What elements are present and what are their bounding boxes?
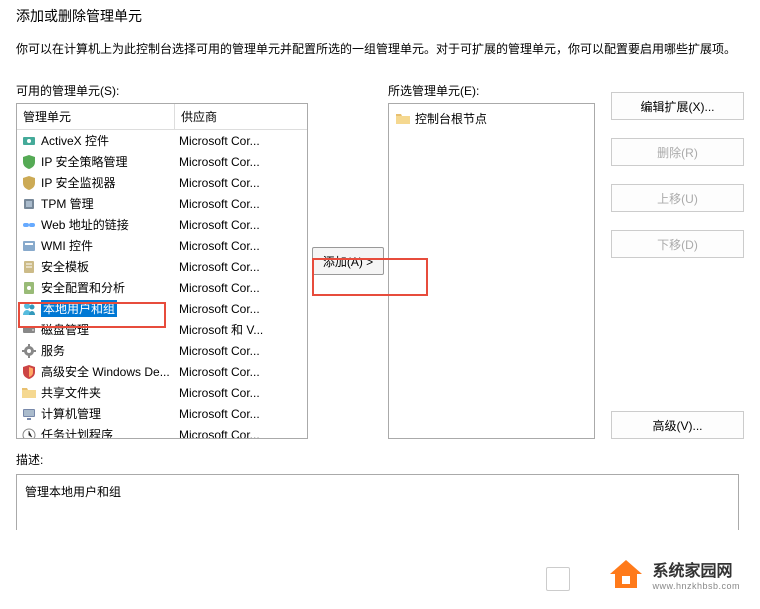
branding-logo: 系统家园网 www.hnzkhbsb.com: [608, 557, 740, 591]
item-name: WMI 控件: [41, 237, 93, 254]
clock-icon: [21, 427, 37, 440]
item-name: TPM 管理: [41, 195, 94, 212]
shield-g-icon: [21, 154, 37, 170]
list-item[interactable]: IP 安全监视器 Microsoft Cor...: [17, 172, 307, 193]
list-item[interactable]: 高级安全 Windows De... Microsoft Cor...: [17, 361, 307, 382]
folder-icon: [21, 385, 37, 401]
item-name: 安全模板: [41, 258, 89, 275]
item-vendor: Microsoft Cor...: [175, 281, 307, 295]
item-name: 本地用户和组: [41, 300, 117, 317]
list-item[interactable]: WMI 控件 Microsoft Cor...: [17, 235, 307, 256]
remove-button: 删除(R): [611, 138, 744, 166]
selected-column: 所选管理单元(E): 控制台根节点: [388, 82, 595, 439]
list-item[interactable]: 任务计划程序 Microsoft Cor...: [17, 424, 307, 439]
item-vendor: Microsoft Cor...: [175, 239, 307, 253]
item-name: IP 安全策略管理: [41, 153, 127, 170]
middle-column: 添加(A) >: [308, 82, 388, 439]
chip-icon: [21, 196, 37, 212]
link-icon: [21, 217, 37, 233]
item-name: IP 安全监视器: [41, 174, 115, 191]
item-vendor: Microsoft Cor...: [175, 197, 307, 211]
item-vendor: Microsoft Cor...: [175, 155, 307, 169]
item-vendor: Microsoft Cor...: [175, 260, 307, 274]
item-name: 高级安全 Windows De...: [41, 363, 170, 380]
item-vendor: Microsoft Cor...: [175, 176, 307, 190]
available-label: 可用的管理单元(S):: [16, 82, 308, 99]
dialog-description: 你可以在计算机上为此控制台选择可用的管理单元并配置所选的一组管理单元。对于可扩展…: [0, 32, 760, 82]
list-item[interactable]: 安全配置和分析 Microsoft Cor...: [17, 277, 307, 298]
item-vendor: Microsoft Cor...: [175, 134, 307, 148]
brand-name: 系统家园网: [652, 557, 740, 581]
users-icon: [21, 301, 37, 317]
list-item[interactable]: 安全模板 Microsoft Cor...: [17, 256, 307, 277]
wmi-icon: [21, 238, 37, 254]
item-vendor: Microsoft Cor...: [175, 407, 307, 421]
description-text: 管理本地用户和组: [25, 485, 121, 499]
item-name: 任务计划程序: [41, 426, 113, 439]
folder-icon: [395, 111, 411, 127]
item-vendor: Microsoft Cor...: [175, 386, 307, 400]
item-name: Web 地址的链接: [41, 216, 129, 233]
main-content: 可用的管理单元(S): 管理单元 供应商 ActiveX 控件 Microsoft…: [0, 82, 760, 439]
item-name: 安全配置和分析: [41, 279, 125, 296]
item-name: 服务: [41, 342, 65, 359]
computer-icon: [21, 406, 37, 422]
item-vendor: Microsoft 和 V...: [175, 321, 307, 338]
list-item[interactable]: Web 地址的链接 Microsoft Cor...: [17, 214, 307, 235]
list-body[interactable]: ActiveX 控件 Microsoft Cor... IP 安全策略管理 Micro…: [17, 130, 307, 439]
checkbox-placeholder: [546, 567, 570, 591]
firewall-icon: [21, 364, 37, 380]
advanced-button[interactable]: 高级(V)...: [611, 411, 744, 439]
item-vendor: Microsoft Cor...: [175, 428, 307, 440]
list-item[interactable]: 服务 Microsoft Cor...: [17, 340, 307, 361]
column-header-name[interactable]: 管理单元: [17, 104, 175, 129]
column-header-vendor[interactable]: 供应商: [175, 104, 307, 129]
dialog-title: 添加或删除管理单元: [0, 0, 760, 32]
disk-icon: [21, 322, 37, 338]
item-name: 共享文件夹: [41, 384, 101, 401]
description-section: 描述: 管理本地用户和组: [0, 439, 760, 530]
config-icon: [21, 280, 37, 296]
move-down-button: 下移(D): [611, 230, 744, 258]
action-buttons-column: 编辑扩展(X)... 删除(R) 上移(U) 下移(D) 高级(V)...: [595, 82, 744, 439]
list-item[interactable]: IP 安全策略管理 Microsoft Cor...: [17, 151, 307, 172]
shield-y-icon: [21, 175, 37, 191]
description-label: 描述:: [16, 451, 744, 468]
list-item[interactable]: 本地用户和组 Microsoft Cor...: [17, 298, 307, 319]
item-vendor: Microsoft Cor...: [175, 302, 307, 316]
item-name: 磁盘管理: [41, 321, 89, 338]
item-vendor: Microsoft Cor...: [175, 218, 307, 232]
available-listbox[interactable]: 管理单元 供应商 ActiveX 控件Microsoft Cor...IP 安全…: [16, 103, 308, 439]
move-up-button: 上移(U): [611, 184, 744, 212]
list-item[interactable]: TPM 管理 Microsoft Cor...: [17, 193, 307, 214]
item-name: ActiveX 控件: [41, 132, 109, 149]
list-item[interactable]: 磁盘管理 Microsoft 和 V...: [17, 319, 307, 340]
brand-url: www.hnzkhbsb.com: [652, 581, 740, 591]
description-box: 管理本地用户和组: [16, 474, 739, 530]
item-vendor: Microsoft Cor...: [175, 365, 307, 379]
item-vendor: Microsoft Cor...: [175, 344, 307, 358]
house-icon: [608, 558, 644, 590]
selected-label: 所选管理单元(E):: [388, 82, 595, 99]
activex-icon: [21, 133, 37, 149]
template-icon: [21, 259, 37, 275]
available-column: 可用的管理单元(S): 管理单元 供应商 ActiveX 控件 Microsoft…: [16, 82, 308, 439]
list-item[interactable]: ActiveX 控件 Microsoft Cor...: [17, 130, 307, 151]
edit-extensions-button[interactable]: 编辑扩展(X)...: [611, 92, 744, 120]
list-item[interactable]: 共享文件夹 Microsoft Cor...: [17, 382, 307, 403]
tree-root-item[interactable]: 控制台根节点: [393, 108, 590, 129]
add-button[interactable]: 添加(A) >: [312, 247, 384, 275]
item-name: 计算机管理: [41, 405, 101, 422]
selected-listbox[interactable]: 控制台根节点: [388, 103, 595, 439]
tree-root-label: 控制台根节点: [415, 110, 487, 127]
gear-icon: [21, 343, 37, 359]
list-header[interactable]: 管理单元 供应商: [17, 104, 307, 130]
list-item[interactable]: 计算机管理 Microsoft Cor...: [17, 403, 307, 424]
